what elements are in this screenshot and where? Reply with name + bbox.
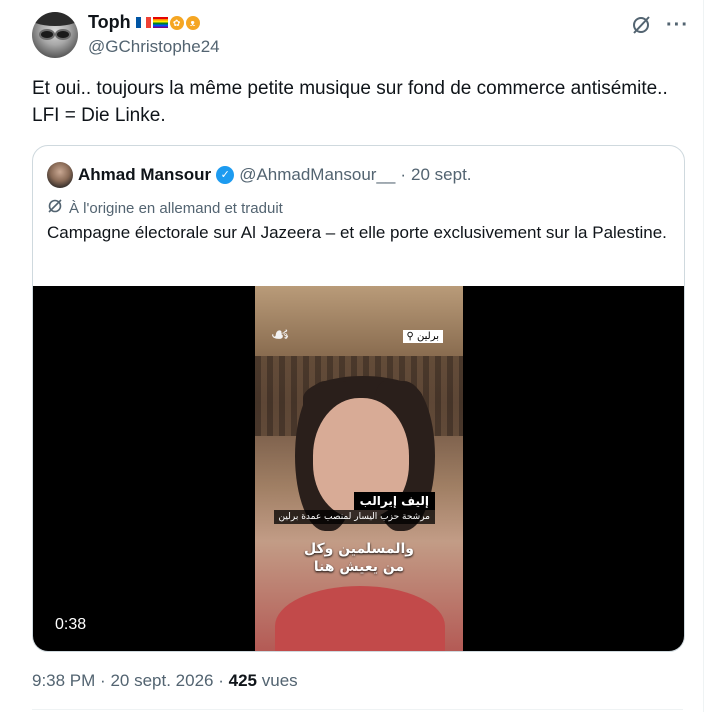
tweet-text: Et oui.. toujours la même petite musique… xyxy=(32,78,668,126)
quoted-text: Campagne électorale sur Al Jazeera – et … xyxy=(47,223,667,242)
flower-emoji-icon: ✿ xyxy=(169,15,184,30)
verified-badge-icon: ✓ xyxy=(216,166,235,184)
location-tag-text: برلين xyxy=(417,331,439,342)
video-role-caption: مرشحة حزب اليسار لمنصب عمدة برلين xyxy=(273,510,435,524)
views-count: 425 xyxy=(228,671,257,690)
quoted-date[interactable]: 20 sept. xyxy=(411,165,472,185)
quoted-header: Ahmad Mansour ✓ @AhmadMansour__ · 20 sep… xyxy=(47,162,472,188)
user-handle[interactable]: @GChristophe24 xyxy=(88,37,220,57)
aljazeera-logo-icon: ☙ xyxy=(270,322,290,347)
divider xyxy=(32,709,683,710)
tweet-meta: 9:38 PM · 20 sept. 2026 · 425 vues xyxy=(32,671,298,691)
video-subtitle: والمسلمين وكل من يعيش هنا xyxy=(255,540,463,576)
tweet-header: Toph ✿ ᴥ @GChristophe24 ··· xyxy=(32,10,688,60)
translate-icon xyxy=(47,198,63,218)
france-flag-icon xyxy=(135,17,151,28)
tweet-date[interactable]: 20 sept. 2026 xyxy=(110,671,213,690)
translation-note: À l'origine en allemand et traduit xyxy=(47,198,283,218)
subtitle-line-2: من يعيش هنا xyxy=(313,559,405,575)
views-label: vues xyxy=(261,671,298,690)
translation-note-text: À l'origine en allemand et traduit xyxy=(69,199,283,217)
column-border xyxy=(703,0,704,712)
video-name-plate: إليف إيرالب xyxy=(353,492,435,510)
subtitle-line-1: والمسلمين وكل xyxy=(303,541,415,557)
name-emojis: ✿ ᴥ xyxy=(135,15,200,30)
meta-sep-1: · xyxy=(100,671,106,690)
tweet-time[interactable]: 9:38 PM xyxy=(32,671,95,690)
grok-icon[interactable] xyxy=(630,14,652,36)
name-line: Toph ✿ ᴥ xyxy=(88,12,200,33)
rainbow-flag-icon xyxy=(152,17,168,28)
video-player[interactable]: ☙ ⚲ برلين إليف إيرالب مرشحة حزب اليسار ل… xyxy=(33,286,684,651)
separator-dot: · xyxy=(400,165,407,184)
video-frame: ☙ ⚲ برلين إليف إيرالب مرشحة حزب اليسار ل… xyxy=(255,286,463,651)
quoted-display-name[interactable]: Ahmad Mansour xyxy=(78,165,211,185)
video-duration: 0:38 xyxy=(55,616,87,633)
location-pin-icon: ⚲ xyxy=(406,331,414,342)
quoted-avatar[interactable] xyxy=(47,162,73,188)
cat-emoji-icon: ᴥ xyxy=(185,15,200,30)
location-tag: ⚲ برلين xyxy=(402,330,443,343)
display-name[interactable]: Toph xyxy=(88,12,131,33)
quoted-tweet[interactable]: Ahmad Mansour ✓ @AhmadMansour__ · 20 sep… xyxy=(32,145,685,652)
more-icon[interactable]: ··· xyxy=(666,14,688,36)
avatar[interactable] xyxy=(32,12,78,58)
meta-sep-2: · xyxy=(218,671,224,690)
quoted-handle[interactable]: @AhmadMansour__ xyxy=(239,165,395,185)
